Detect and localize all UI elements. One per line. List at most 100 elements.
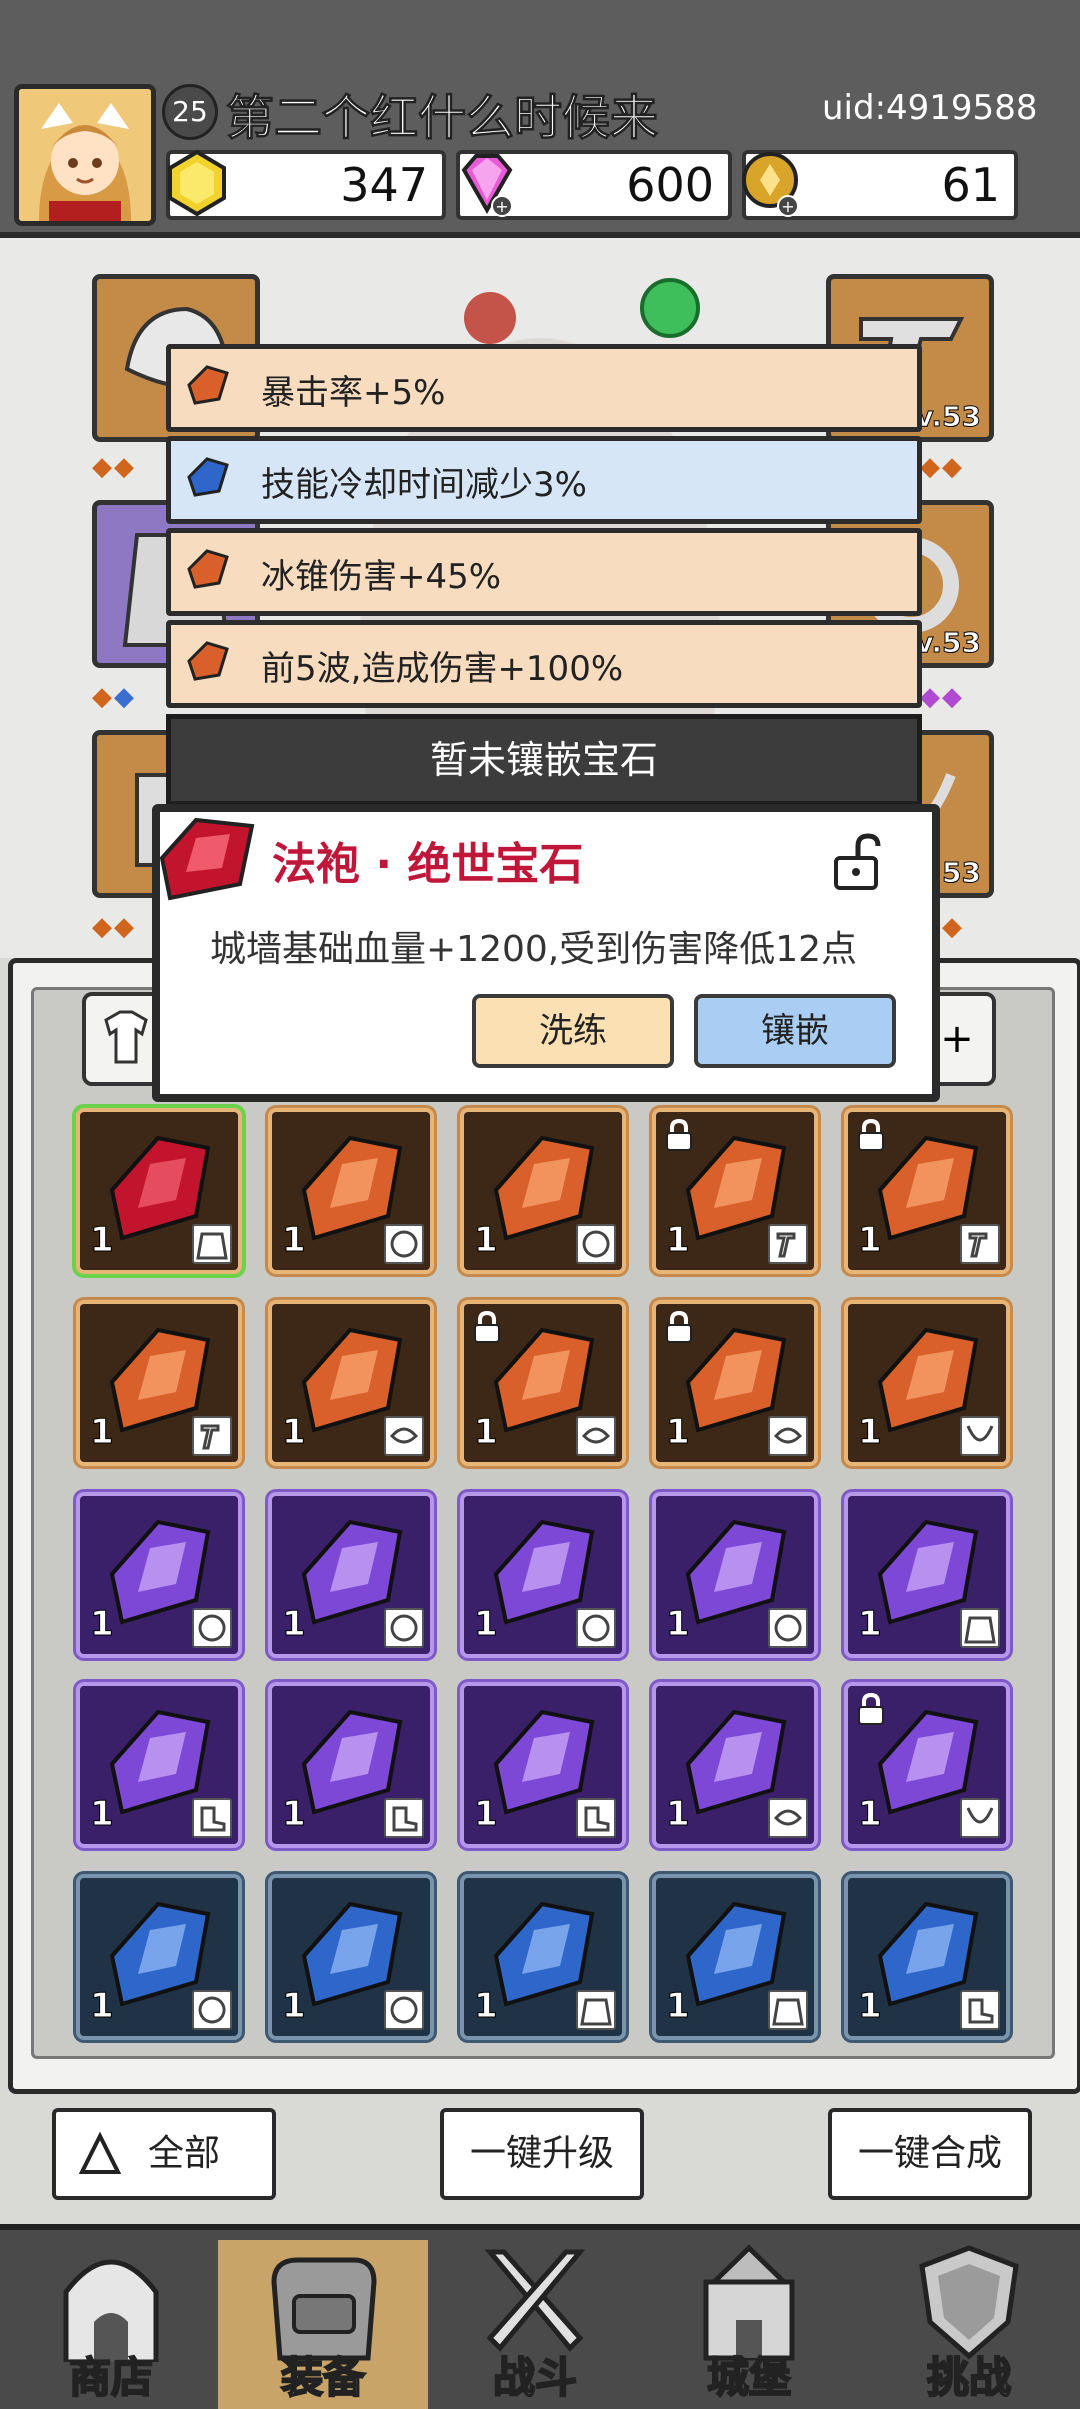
boots-type-icon: [576, 1798, 616, 1838]
gem-item-blue[interactable]: 1: [652, 1874, 818, 2040]
robe-type-icon: [768, 1990, 808, 2030]
lock-icon[interactable]: [664, 1118, 694, 1152]
staff-type-icon: [192, 1416, 232, 1456]
item-quantity: 1: [282, 1412, 307, 1453]
bracelet-type-icon: [768, 1416, 808, 1456]
gem-item-blue[interactable]: 1: [268, 1874, 434, 2040]
gem-item-purple[interactable]: 1: [652, 1492, 818, 1658]
coin-counter[interactable]: + 61: [742, 150, 1018, 220]
bracelet-type-icon: [384, 1416, 424, 1456]
gem-item-purple[interactable]: 1: [460, 1492, 626, 1658]
item-quantity: 1: [666, 1604, 691, 1645]
gem-item-blue[interactable]: 1: [844, 1874, 1010, 2040]
svg-text:+: +: [495, 197, 508, 216]
unlock-icon[interactable]: [828, 832, 888, 892]
gem-item-orange[interactable]: 1: [268, 1300, 434, 1466]
red-gem-icon: [159, 817, 255, 901]
gem-item-blue[interactable]: 1: [76, 1874, 242, 2040]
bracelet-type-icon: [576, 1416, 616, 1456]
gem-item-purple[interactable]: 1: [844, 1682, 1010, 1848]
one-click-upgrade-button[interactable]: 一键升级: [440, 2108, 644, 2200]
gem-item-purple[interactable]: 1: [652, 1682, 818, 1848]
robe-type-icon: [576, 1990, 616, 2030]
item-quantity: 1: [666, 1412, 691, 1453]
gem-item-orange[interactable]: 1: [460, 1108, 626, 1274]
gem-item-orange[interactable]: 1: [76, 1300, 242, 1466]
ring-type-icon: [576, 1608, 616, 1648]
slot-gem-dots: ◆◆: [92, 682, 136, 712]
ring-type-icon: [384, 1608, 424, 1648]
ring-type-icon: [768, 1608, 808, 1648]
item-quantity: 1: [474, 1220, 499, 1261]
staff-type-icon: [768, 1224, 808, 1264]
lock-icon[interactable]: [472, 1310, 502, 1344]
gem-item-purple[interactable]: 1: [76, 1492, 242, 1658]
svg-text:+: +: [781, 197, 794, 216]
item-quantity: 1: [90, 1604, 115, 1645]
slot-gem-dots: ◆◆: [92, 912, 136, 942]
gem-item-orange[interactable]: 1: [460, 1300, 626, 1466]
gem-item-orange[interactable]: 1: [844, 1108, 1010, 1274]
attribute-text: 冰锥伤害+45%: [261, 557, 502, 597]
gold-icon: [168, 149, 226, 217]
lock-icon[interactable]: [856, 1118, 886, 1152]
ring-type-icon: [384, 1990, 424, 2030]
boots-type-icon: [960, 1990, 1000, 2030]
item-quantity: 1: [474, 1794, 499, 1835]
item-quantity: 1: [282, 1604, 307, 1645]
slot-gem-dots: ◆◆: [920, 452, 964, 482]
item-quantity: 1: [666, 1986, 691, 2027]
orange-gem-icon: [187, 365, 229, 405]
diamond-counter[interactable]: + 600: [456, 150, 732, 220]
gem-item-orange[interactable]: 1: [844, 1300, 1010, 1466]
slot-gem-dots: ◆◆: [920, 682, 964, 712]
gem-item-purple[interactable]: 1: [268, 1682, 434, 1848]
necklace-type-icon: [960, 1798, 1000, 1838]
inlay-button[interactable]: 镶嵌: [694, 994, 896, 1068]
lock-icon[interactable]: [664, 1310, 694, 1344]
wash-button[interactable]: 洗练: [472, 994, 674, 1068]
bracelet-type-icon: [768, 1798, 808, 1838]
robe-type-icon: [960, 1608, 1000, 1648]
gem-item-orange[interactable]: 1: [652, 1108, 818, 1274]
gem-item-purple[interactable]: 1: [268, 1492, 434, 1658]
nav-equipment[interactable]: 装备: [218, 2240, 428, 2409]
filter-all-button[interactable]: 全部: [52, 2108, 276, 2200]
slot-gem-dots: ◆◆: [92, 452, 136, 482]
nav-label: 城堡: [706, 2352, 792, 2403]
nav-label: 装备: [280, 2352, 366, 2403]
attribute-text: 技能冷却时间减少3%: [261, 465, 587, 505]
item-quantity: 1: [858, 1986, 883, 2027]
nav-challenge[interactable]: 挑战: [864, 2240, 1074, 2409]
gold-value: 347: [340, 158, 428, 212]
nav-battle[interactable]: 战斗: [430, 2240, 640, 2409]
gem-popup-description: 城墙基础血量+1200,受到伤害降低12点: [210, 929, 858, 970]
nav-castle[interactable]: 城堡: [644, 2240, 854, 2409]
lock-icon[interactable]: [856, 1692, 886, 1726]
gem-item-red[interactable]: 1: [76, 1108, 242, 1274]
attribute-text: 前5波,造成伤害+100%: [261, 649, 624, 689]
gem-item-blue[interactable]: 1: [460, 1874, 626, 2040]
gem-item-orange[interactable]: 1: [268, 1108, 434, 1274]
one-click-merge-button[interactable]: 一键合成: [828, 2108, 1032, 2200]
ring-type-icon: [192, 1608, 232, 1648]
item-quantity: 1: [858, 1604, 883, 1645]
gem-item-purple[interactable]: 1: [460, 1682, 626, 1848]
avatar[interactable]: [14, 84, 156, 226]
nav-shop[interactable]: 商店: [6, 2240, 216, 2409]
gem-attribute-row: 冰锥伤害+45%: [166, 528, 922, 616]
staff-type-icon: [960, 1224, 1000, 1264]
gem-attribute-row: 暴击率+5%: [166, 344, 922, 432]
gem-item-purple[interactable]: 1: [76, 1682, 242, 1848]
empty-socket-bar: 暂未镶嵌宝石: [166, 714, 922, 806]
gem-item-orange[interactable]: 1: [652, 1300, 818, 1466]
gem-item-purple[interactable]: 1: [844, 1492, 1010, 1658]
item-quantity: 1: [282, 1220, 307, 1261]
orange-gem-icon: [187, 549, 229, 589]
item-quantity: 1: [90, 1986, 115, 2027]
nav-label: 挑战: [926, 2352, 1012, 2403]
gold-counter: 347: [166, 149, 446, 220]
item-quantity: 1: [858, 1794, 883, 1835]
nav-label: 战斗: [492, 2352, 578, 2403]
username: 第二个红什么时候来: [225, 90, 659, 147]
